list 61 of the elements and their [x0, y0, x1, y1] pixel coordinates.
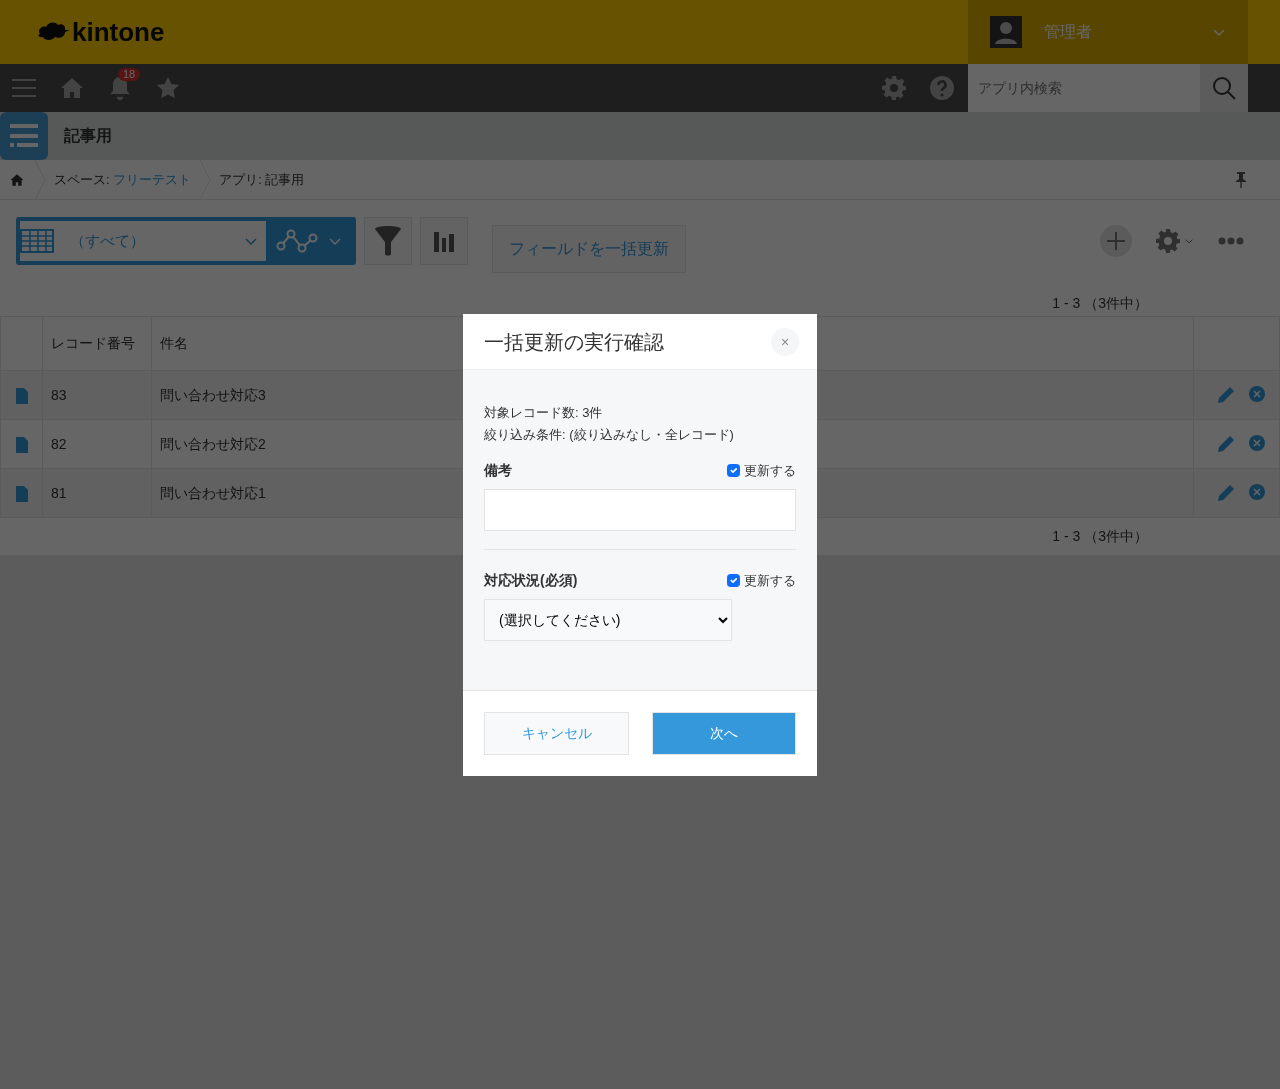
text-field[interactable]: [484, 489, 796, 531]
delete-icon[interactable]: [1249, 484, 1265, 500]
add-record-button[interactable]: [1100, 225, 1132, 257]
close-button[interactable]: ×: [771, 327, 799, 356]
table-cell: 83: [42, 370, 152, 420]
info-text: 絞り込み条件: (絞り込みなし・全レコード): [484, 426, 735, 444]
delete-icon[interactable]: [1249, 386, 1265, 402]
star-icon[interactable]: [156, 76, 180, 100]
update-checkbox[interactable]: [727, 574, 740, 587]
info-text: 対象レコード数: 3件: [484, 404, 604, 422]
pencil-icon[interactable]: [1217, 435, 1235, 453]
update-checkbox[interactable]: [727, 464, 740, 477]
column-header: レコード番号: [42, 316, 152, 371]
checkbox-label: 更新する: [744, 571, 796, 590]
pencil-icon[interactable]: [1217, 386, 1235, 404]
table-view-icon: [20, 229, 54, 253]
chevron-down-icon: [328, 235, 342, 247]
more-options-icon[interactable]: [1218, 237, 1244, 245]
home-icon[interactable]: [10, 173, 24, 188]
next-button[interactable]: 次へ: [652, 712, 796, 755]
status-select[interactable]: (選択してください): [484, 599, 732, 641]
view-dropdown[interactable]: （すべて）: [20, 221, 266, 261]
notification-badge: 18: [118, 68, 141, 81]
funnel-icon: [374, 226, 402, 256]
plus-icon: [1107, 232, 1125, 250]
delete-icon[interactable]: [1249, 435, 1265, 451]
logo-text: kintone: [72, 19, 165, 45]
settings-icon: [1156, 229, 1180, 253]
chevron-down-icon: [1184, 237, 1194, 245]
pencil-icon[interactable]: [1217, 484, 1235, 502]
breadcrumb-item: アプリ: 記事用: [218, 170, 306, 189]
document-icon[interactable]: [15, 436, 28, 453]
bulk-update-button[interactable]: フィールドを一括更新: [492, 225, 686, 273]
dialog-title: 一括更新の実行確認: [484, 329, 664, 355]
home-icon[interactable]: [60, 76, 84, 100]
pagination-info: 1 - 3 （3件中）: [1052, 293, 1148, 313]
search-button[interactable]: [1200, 64, 1248, 112]
breadcrumb-item: スペース: フリーテスト: [53, 170, 193, 189]
filter-button[interactable]: [364, 217, 412, 265]
help-icon[interactable]: [930, 76, 954, 100]
user-menu[interactable]: 管理者: [968, 0, 1248, 64]
settings-icon[interactable]: [882, 76, 906, 100]
app-title: 記事用: [64, 126, 112, 146]
table-cell: 82: [42, 419, 152, 469]
pagination-info: 1 - 3 （3件中）: [1052, 526, 1148, 546]
chevron-down-icon: [244, 235, 258, 247]
table-cell: 81: [42, 468, 152, 518]
search-icon: [1212, 76, 1236, 100]
chart-button[interactable]: [420, 217, 468, 265]
document-icon[interactable]: [15, 485, 28, 502]
pin-icon[interactable]: [1236, 172, 1246, 189]
settings-dropdown[interactable]: [1156, 229, 1194, 253]
user-avatar-icon: [990, 16, 1022, 48]
chevron-down-icon: [1212, 26, 1226, 38]
menu-icon[interactable]: [12, 78, 36, 98]
cancel-button[interactable]: キャンセル: [484, 712, 629, 755]
document-icon[interactable]: [15, 387, 28, 404]
field-label: 対応状況(必須): [484, 571, 578, 590]
line-graph-icon: [276, 228, 318, 254]
bar-chart-icon: [433, 230, 455, 252]
breadcrumb-link[interactable]: フリーテスト: [113, 171, 192, 187]
